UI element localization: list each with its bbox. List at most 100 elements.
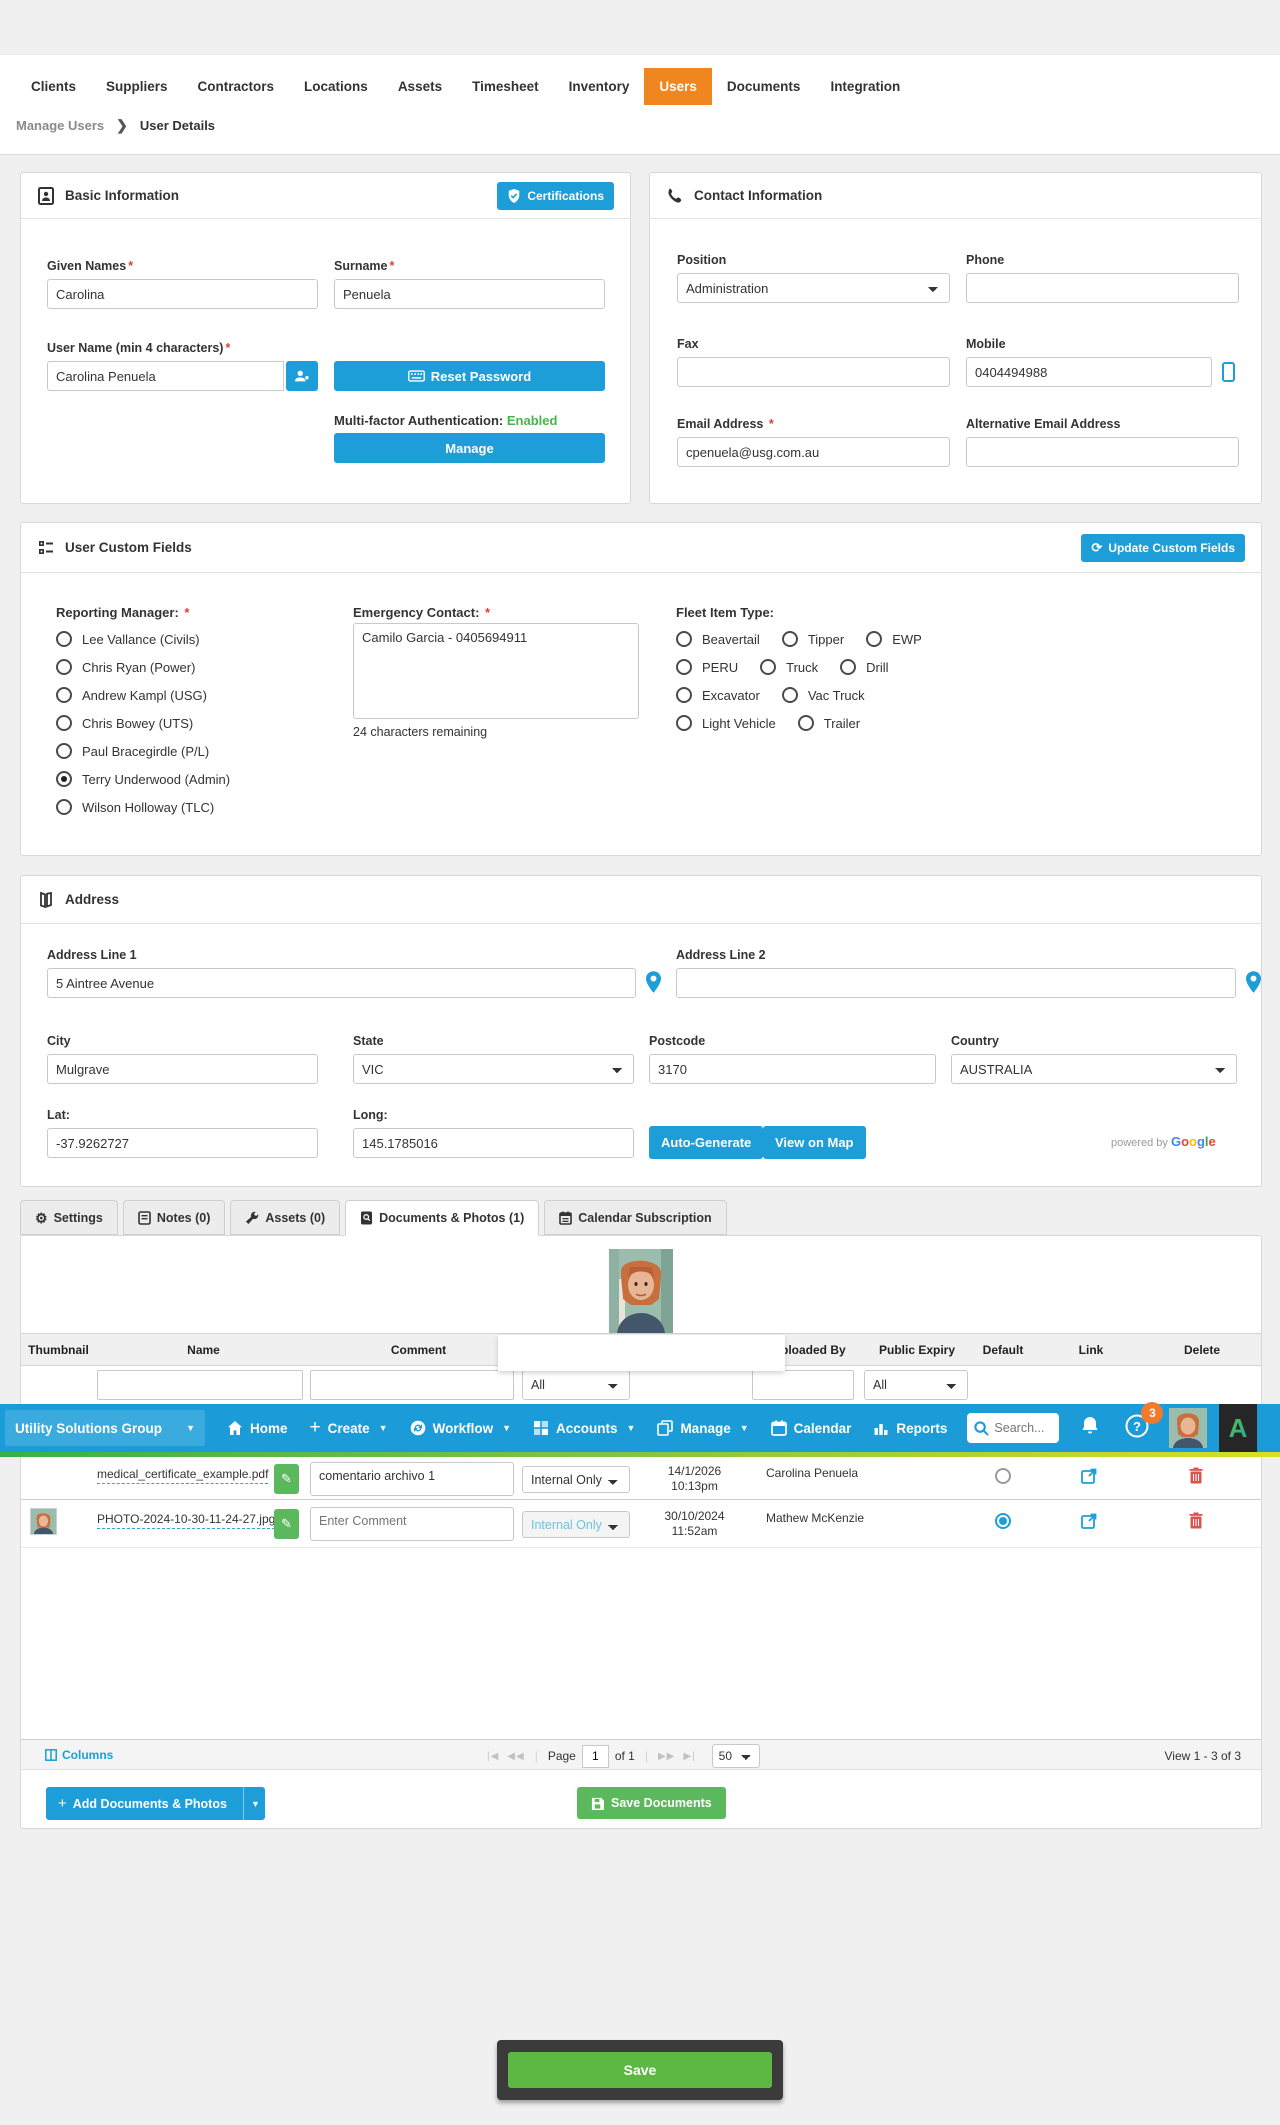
save-button[interactable]: Save xyxy=(508,2052,772,2088)
next-page-icon[interactable]: ▶▶ xyxy=(658,1751,675,1762)
tab-documents-photos[interactable]: Documents & Photos (1) xyxy=(345,1200,539,1236)
tab-calendar-subscription[interactable]: Calendar Subscription xyxy=(544,1200,726,1235)
mobile-phone-icon[interactable] xyxy=(1222,362,1235,382)
prev-page-icon[interactable]: ◀◀ xyxy=(507,1751,524,1762)
radio-option[interactable]: Andrew Kampl (USG) xyxy=(56,687,230,703)
auto-generate-button[interactable]: Auto-Generate xyxy=(649,1126,763,1159)
org-selector[interactable]: Utility Solutions Group ▼ xyxy=(5,1410,205,1446)
fleet-option[interactable]: Trailer xyxy=(798,715,860,731)
edit-name-button[interactable]: ✎ xyxy=(274,1509,299,1539)
radio-icon[interactable] xyxy=(798,715,814,731)
radio-option[interactable]: Wilson Holloway (TLC) xyxy=(56,799,230,815)
public-expiry-filter-select[interactable]: All xyxy=(864,1370,968,1400)
fleet-option[interactable]: Excavator xyxy=(676,687,760,703)
user-avatar[interactable] xyxy=(1169,1408,1207,1448)
certifications-button[interactable]: Certifications xyxy=(497,182,614,210)
fleet-option[interactable]: PERU xyxy=(676,659,738,675)
search-input[interactable] xyxy=(994,1421,1052,1435)
last-page-icon[interactable]: ▶| xyxy=(683,1751,695,1762)
radio-icon[interactable] xyxy=(866,631,882,647)
tab-locations[interactable]: Locations xyxy=(289,68,383,105)
surname-input[interactable] xyxy=(334,279,605,309)
col-comment[interactable]: Comment xyxy=(311,1334,526,1365)
update-custom-fields-button[interactable]: ⟳ Update Custom Fields xyxy=(1081,534,1245,562)
username-input[interactable] xyxy=(47,361,284,391)
map-pin-icon[interactable] xyxy=(1246,971,1261,993)
state-select[interactable]: VIC xyxy=(353,1054,634,1084)
trash-icon[interactable] xyxy=(1189,1512,1203,1529)
username-lookup-button[interactable] xyxy=(286,361,318,391)
comment-filter-input[interactable] xyxy=(310,1370,514,1400)
breadcrumb-section[interactable]: Manage Users xyxy=(16,118,104,133)
fleet-option[interactable]: Light Vehicle xyxy=(676,715,776,731)
nav-calendar[interactable]: Calendar xyxy=(771,1420,852,1436)
default-radio[interactable] xyxy=(995,1468,1011,1484)
nav-reports[interactable]: Reports xyxy=(873,1420,947,1436)
document-name-link[interactable]: PHOTO-2024-10-30-11-24-27.jpg xyxy=(97,1512,275,1529)
lat-input[interactable] xyxy=(47,1128,318,1158)
page-number-input[interactable] xyxy=(582,1745,609,1768)
radio-icon[interactable] xyxy=(56,715,72,731)
tab-assets[interactable]: Assets (0) xyxy=(230,1200,340,1235)
visibility-filter-select[interactable]: All xyxy=(522,1370,630,1400)
reset-password-button[interactable]: Reset Password xyxy=(334,361,605,391)
fleet-option[interactable]: Tipper xyxy=(782,631,844,647)
add-documents-caret[interactable]: ▼ xyxy=(243,1787,265,1820)
address-line2-input[interactable] xyxy=(676,968,1236,998)
name-filter-input[interactable] xyxy=(97,1370,303,1400)
save-documents-button[interactable]: Save Documents xyxy=(577,1787,726,1819)
radio-icon[interactable] xyxy=(56,687,72,703)
radio-icon[interactable] xyxy=(840,659,856,675)
mfa-manage-button[interactable]: Manage xyxy=(334,433,605,463)
comment-textarea[interactable]: comentario archivo 1 xyxy=(310,1462,514,1496)
radio-icon[interactable] xyxy=(56,743,72,759)
nav-manage[interactable]: Manage▼ xyxy=(657,1420,748,1436)
radio-option-selected[interactable]: Terry Underwood (Admin) xyxy=(56,771,230,787)
radio-icon[interactable] xyxy=(676,687,692,703)
fax-input[interactable] xyxy=(677,357,950,387)
map-pin-icon[interactable] xyxy=(646,971,661,993)
tab-settings[interactable]: ⚙Settings xyxy=(20,1200,118,1235)
tab-contractors[interactable]: Contractors xyxy=(183,68,290,105)
comment-textarea[interactable] xyxy=(310,1507,514,1541)
tab-documents[interactable]: Documents xyxy=(712,68,816,105)
col-public-expiry[interactable]: Public Expiry xyxy=(857,1334,977,1365)
external-link-icon[interactable] xyxy=(1081,1513,1097,1529)
radio-icon[interactable] xyxy=(676,659,692,675)
tab-suppliers[interactable]: Suppliers xyxy=(91,68,183,105)
postcode-input[interactable] xyxy=(649,1054,936,1084)
tab-integration[interactable]: Integration xyxy=(815,68,915,105)
fleet-option[interactable]: Vac Truck xyxy=(782,687,865,703)
long-input[interactable] xyxy=(353,1128,634,1158)
radio-icon[interactable] xyxy=(782,687,798,703)
app-logo[interactable]: A xyxy=(1219,1404,1257,1452)
col-default[interactable]: Default xyxy=(963,1334,1043,1365)
city-input[interactable] xyxy=(47,1054,318,1084)
nav-workflow[interactable]: Workflow▼ xyxy=(410,1420,511,1436)
radio-icon[interactable] xyxy=(676,631,692,647)
country-select[interactable]: AUSTRALIA xyxy=(951,1054,1237,1084)
col-name[interactable]: Name xyxy=(96,1334,311,1365)
tab-inventory[interactable]: Inventory xyxy=(554,68,645,105)
radio-icon[interactable] xyxy=(56,631,72,647)
radio-option[interactable]: Chris Ryan (Power) xyxy=(56,659,230,675)
fleet-option[interactable]: Drill xyxy=(840,659,888,675)
mobile-input[interactable] xyxy=(966,357,1212,387)
page-size-select[interactable]: 50 xyxy=(712,1744,760,1768)
radio-icon[interactable] xyxy=(760,659,776,675)
edit-name-button[interactable]: ✎ xyxy=(274,1464,299,1494)
tab-users[interactable]: Users xyxy=(644,68,712,105)
fleet-option[interactable]: Truck xyxy=(760,659,818,675)
address-line1-input[interactable] xyxy=(47,968,636,998)
tab-assets[interactable]: Assets xyxy=(383,68,457,105)
tab-timesheet[interactable]: Timesheet xyxy=(457,68,554,105)
email-input[interactable] xyxy=(677,437,950,467)
add-documents-button[interactable]: + Add Documents & Photos ▼ xyxy=(46,1787,265,1820)
radio-checked-icon[interactable] xyxy=(56,771,72,787)
uploaded-by-filter-input[interactable] xyxy=(752,1370,854,1400)
nav-create[interactable]: + Create▼ xyxy=(310,1417,388,1439)
emergency-contact-textarea[interactable]: Camilo Garcia - 0405694911 xyxy=(353,623,639,719)
radio-option[interactable]: Paul Bracegirdle (P/L) xyxy=(56,743,230,759)
default-radio-selected[interactable] xyxy=(995,1513,1011,1529)
position-select[interactable]: Administration xyxy=(677,273,950,303)
